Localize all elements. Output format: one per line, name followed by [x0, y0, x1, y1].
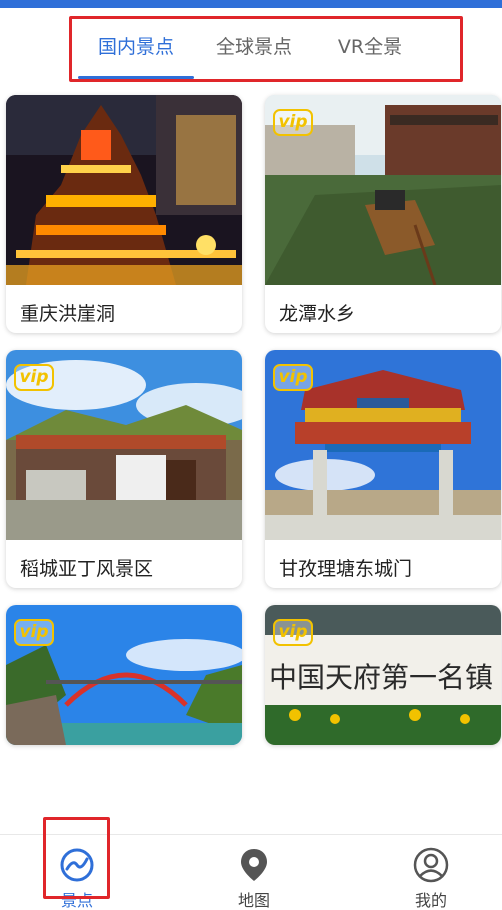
- nav-label: 景点: [60, 891, 93, 910]
- vip-badge: vip: [273, 619, 313, 646]
- spot-card-calligraphy-wall[interactable]: 中国天府第一名镇 vip: [265, 605, 501, 745]
- vip-badge: vip: [14, 619, 54, 646]
- spot-card-hongyadong[interactable]: 重庆洪崖洞: [6, 95, 242, 333]
- spot-title: 甘孜理塘东城门: [279, 558, 413, 580]
- user-icon: [413, 847, 449, 883]
- vip-badge: vip: [273, 109, 313, 136]
- nav-profile[interactable]: 我的: [386, 843, 476, 910]
- nav-label: 地图: [237, 891, 270, 910]
- spot-title: 重庆洪崖洞: [20, 303, 116, 325]
- nav-map[interactable]: 地图: [209, 843, 299, 910]
- globe-icon: [60, 848, 94, 882]
- status-bar: [0, 0, 502, 8]
- svg-text:中国天府第一名镇: 中国天府第一名镇: [269, 661, 493, 694]
- spot-card-litang-east-gate[interactable]: vip 甘孜理塘东城门: [265, 350, 501, 588]
- active-tab-indicator: [78, 76, 194, 79]
- spot-card-longtan[interactable]: vip 龙潭水乡: [265, 95, 501, 333]
- spot-title: 龙潭水乡: [279, 303, 356, 325]
- vip-badge: vip: [14, 364, 54, 391]
- map-pin-icon: [241, 849, 267, 881]
- spot-title: 稻城亚丁风景区: [20, 558, 154, 580]
- nav-spots[interactable]: 景点: [32, 843, 122, 910]
- tab-global-spots[interactable]: 全球景点: [196, 32, 312, 62]
- spot-photo: [6, 95, 242, 285]
- bottom-navigation: 景点 地图 我的: [0, 834, 502, 910]
- vip-badge: vip: [273, 364, 313, 391]
- tab-domestic-spots[interactable]: 国内景点: [78, 32, 194, 62]
- spot-card-daocheng-yading[interactable]: vip 稻城亚丁风景区: [6, 350, 242, 588]
- nav-label: 我的: [414, 891, 447, 910]
- category-tabs: 国内景点 全球景点 VR全景: [0, 8, 502, 86]
- tab-vr-panorama[interactable]: VR全景: [314, 32, 426, 62]
- spot-card-gorge-bridge[interactable]: vip: [6, 605, 242, 745]
